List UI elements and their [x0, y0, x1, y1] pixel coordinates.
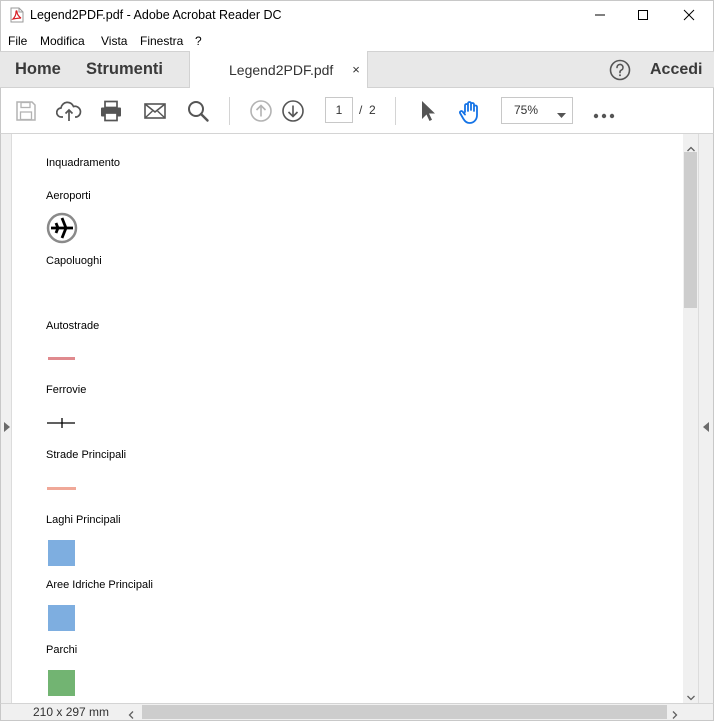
scroll-right-arrow-icon[interactable]: [672, 708, 678, 719]
select-cursor-icon[interactable]: [416, 99, 440, 123]
search-icon[interactable]: [186, 99, 210, 123]
email-icon[interactable]: [143, 99, 167, 123]
minimize-icon: [595, 14, 605, 16]
legend-label-parchi: Parchi: [46, 644, 78, 656]
close-window-button[interactable]: [666, 0, 712, 30]
legend-label-inquadramento: Inquadramento: [46, 157, 120, 169]
legend-symbol-autostrade: [48, 357, 75, 360]
hand-tool-icon[interactable]: [457, 99, 481, 124]
menu-vista[interactable]: Vista: [101, 34, 127, 48]
legend-label-strade-principali: Strade Principali: [46, 449, 127, 461]
help-icon[interactable]: [609, 59, 631, 81]
toolbar-separator: [395, 97, 396, 125]
scroll-up-arrow-icon[interactable]: [687, 141, 695, 152]
tab-close-button[interactable]: ×: [350, 62, 362, 77]
page-number-input[interactable]: 1: [325, 97, 353, 123]
legend-symbol-strade-principali: [47, 487, 76, 490]
chevron-right-icon[interactable]: [4, 421, 10, 432]
page-down-icon[interactable]: [281, 99, 305, 123]
sign-in-button[interactable]: Accedi: [650, 61, 702, 79]
cloud-upload-icon[interactable]: [55, 99, 82, 123]
legend-label-aeroporti: Aeroporti: [46, 190, 91, 202]
menu-help[interactable]: ?: [195, 34, 202, 48]
chevron-left-icon[interactable]: [703, 421, 709, 432]
toolbar-separator: [229, 97, 230, 125]
scroll-left-arrow-icon[interactable]: [128, 708, 134, 719]
more-icon[interactable]: [593, 108, 615, 119]
save-icon[interactable]: [14, 99, 38, 123]
legend-label-aree-idriche-principali: Aree Idriche Principali: [46, 579, 153, 591]
menu-finestra[interactable]: Finestra: [140, 34, 183, 48]
page-separator: /: [359, 103, 363, 117]
tab-home[interactable]: Home: [15, 60, 61, 79]
legend-label-autostrade: Autostrade: [46, 320, 100, 332]
horizontal-scroll-thumb[interactable]: [142, 705, 667, 719]
vertical-scroll-thumb[interactable]: [684, 152, 697, 308]
legend-label-ferrovie: Ferrovie: [46, 384, 87, 396]
right-panel-toggle[interactable]: [698, 134, 713, 703]
tab-document-label: Legend2PDF.pdf: [229, 62, 334, 78]
legend-label-capoluoghi: Capoluoghi: [46, 255, 102, 267]
maximize-icon: [638, 10, 648, 20]
page-size-indicator: 210 x 297 mm: [33, 705, 110, 719]
left-panel-toggle[interactable]: [1, 134, 12, 703]
airport-icon: [46, 212, 78, 244]
legend-label-laghi-principali: Laghi Principali: [46, 514, 121, 526]
window-title: Legend2PDF.pdf - Adobe Acrobat Reader DC: [30, 8, 282, 22]
menu-modifica[interactable]: Modifica: [40, 34, 85, 48]
maximize-button[interactable]: [620, 0, 666, 30]
print-icon[interactable]: [99, 99, 123, 123]
zoom-value: 75%: [514, 103, 539, 117]
menu-file[interactable]: File: [8, 34, 27, 48]
legend-symbol-aree-idriche-principali: [48, 605, 75, 631]
acrobat-pdf-icon: [9, 7, 25, 23]
close-icon: [683, 9, 695, 21]
legend-symbol-parchi: [48, 670, 75, 696]
tab-tools[interactable]: Strumenti: [86, 60, 163, 79]
legend-symbol-ferrovie: [47, 417, 75, 429]
document-viewport: [0, 134, 714, 703]
page-up-icon[interactable]: [249, 99, 273, 123]
minimize-button[interactable]: [577, 0, 623, 30]
legend-symbol-laghi-principali: [48, 540, 75, 566]
page-total: 2: [369, 103, 376, 117]
chevron-down-icon: [557, 108, 566, 118]
scroll-down-arrow-icon[interactable]: [687, 690, 695, 701]
